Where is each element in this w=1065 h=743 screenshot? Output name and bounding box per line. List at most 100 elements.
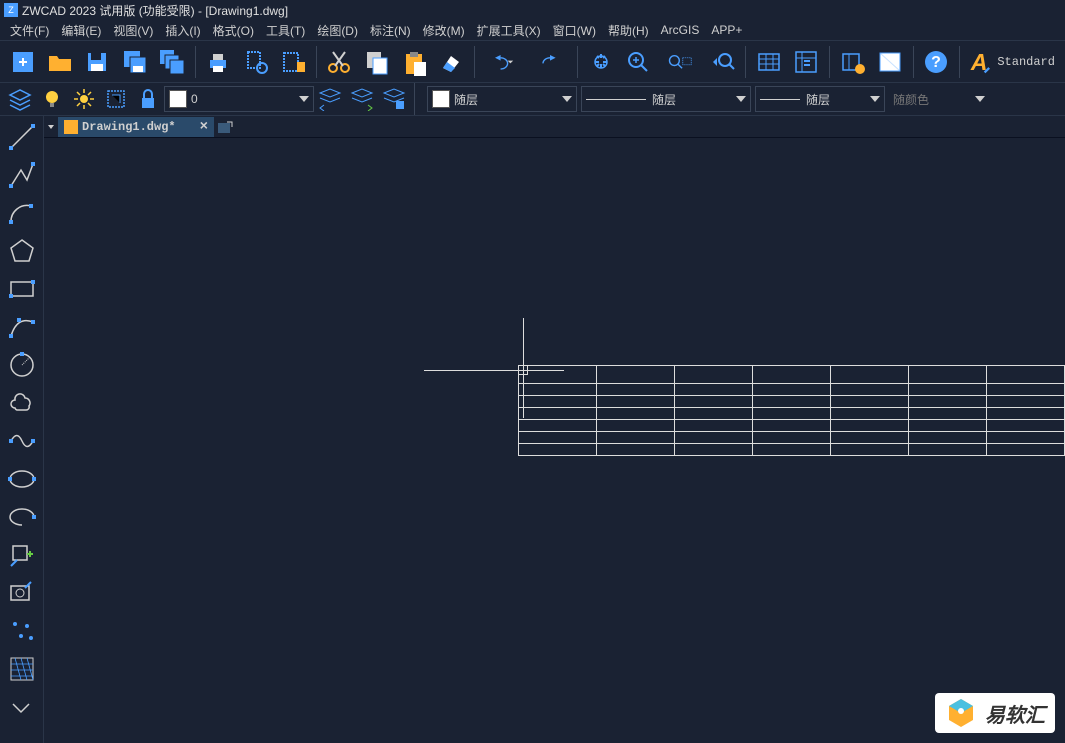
document-tab-label: Drawing1.dwg* [82, 120, 176, 134]
draw-toolbar [0, 116, 44, 743]
separator [577, 46, 578, 78]
redo-button[interactable] [527, 44, 572, 80]
layer-plot-icon[interactable] [101, 84, 131, 114]
layer-dropdown[interactable]: 0 [164, 86, 314, 112]
separator [316, 46, 317, 78]
workspace: Drawing1.dwg* × [0, 116, 1065, 743]
help-button[interactable]: ? [919, 44, 954, 80]
bylayer-color-label: 随层 [454, 91, 478, 108]
save-all-button[interactable] [154, 44, 189, 80]
separator [195, 46, 196, 78]
tool-palette-button[interactable] [872, 44, 907, 80]
layer-bulb-icon[interactable] [37, 84, 67, 114]
print-preview-button[interactable] [238, 44, 273, 80]
arc3p-tool[interactable] [2, 308, 42, 346]
spline-tool[interactable] [2, 422, 42, 460]
document-tabs: Drawing1.dwg* × [44, 116, 1065, 138]
app-icon: Z [4, 3, 18, 17]
lineweight-dropdown[interactable]: 随层 [755, 86, 885, 112]
undo-button[interactable] [480, 44, 525, 80]
copy-button[interactable] [359, 44, 394, 80]
menu-help[interactable]: 帮助(H) [602, 20, 655, 41]
main-toolbar: ? A Standard [0, 40, 1065, 82]
design-center-button[interactable] [835, 44, 870, 80]
document-tab[interactable]: Drawing1.dwg* × [58, 117, 214, 137]
drawing-canvas[interactable] [44, 138, 1065, 743]
dwg-file-icon [64, 120, 78, 134]
menu-extend-tools[interactable]: 扩展工具(X) [471, 20, 547, 41]
linetype-dropdown[interactable]: 随层 [581, 86, 751, 112]
tab-expand-icon[interactable] [44, 116, 58, 138]
separator [913, 46, 914, 78]
layer-change-button[interactable] [347, 84, 377, 114]
ellipse-arc-tool[interactable] [2, 498, 42, 536]
menu-insert[interactable]: 插入(I) [159, 20, 206, 41]
menu-dimension[interactable]: 标注(N) [364, 20, 417, 41]
plot-button[interactable] [275, 44, 310, 80]
line-tool[interactable] [2, 118, 42, 156]
plotstyle-label: 随颜色 [893, 91, 929, 108]
polygon-tool[interactable] [2, 232, 42, 270]
menu-modify[interactable]: 修改(M) [417, 20, 471, 41]
point-tool[interactable] [2, 612, 42, 650]
text-style-button[interactable]: A [964, 44, 991, 80]
drawn-table-entity[interactable] [518, 365, 1065, 456]
layer-freeze-icon[interactable] [69, 84, 99, 114]
polyline-tool[interactable] [2, 156, 42, 194]
menu-window[interactable]: 窗口(W) [547, 20, 602, 41]
menu-file[interactable]: 文件(F) [4, 20, 55, 41]
arc-tool[interactable] [2, 194, 42, 232]
chevron-down-icon [736, 96, 746, 102]
block-make-tool[interactable] [2, 574, 42, 612]
separator [829, 46, 830, 78]
cut-button[interactable] [322, 44, 357, 80]
separator [745, 46, 746, 78]
text-style-label[interactable]: Standard [991, 55, 1061, 69]
menu-edit[interactable]: 编辑(E) [55, 20, 107, 41]
chevron-down-icon [975, 96, 985, 102]
save-as-button[interactable] [117, 44, 152, 80]
chevron-down-icon [299, 96, 309, 102]
more-tools[interactable] [2, 688, 42, 726]
menu-view[interactable]: 视图(V) [107, 20, 159, 41]
block-insert-tool[interactable] [2, 536, 42, 574]
erase-button[interactable] [434, 44, 469, 80]
ellipse-tool[interactable] [2, 460, 42, 498]
bylayer-color-dropdown[interactable]: 随层 [427, 86, 577, 112]
layer-manager-button[interactable] [5, 84, 35, 114]
title-bar: Z ZWCAD 2023 试用版 (功能受限) - [Drawing1.dwg] [0, 0, 1065, 20]
print-button[interactable] [201, 44, 236, 80]
plotstyle-dropdown[interactable]: 随颜色 [889, 86, 989, 112]
menu-tools[interactable]: 工具(T) [260, 20, 311, 41]
chevron-down-icon [870, 96, 880, 102]
zoom-previous-button[interactable] [705, 44, 740, 80]
chevron-down-icon [562, 96, 572, 102]
pan-button[interactable] [583, 44, 618, 80]
table-button[interactable] [751, 44, 786, 80]
close-tab-icon[interactable]: × [200, 119, 208, 135]
save-button[interactable] [80, 44, 115, 80]
paste-button[interactable] [396, 44, 431, 80]
layer-prev-button[interactable] [315, 84, 345, 114]
hatch-tool[interactable] [2, 650, 42, 688]
new-tab-button[interactable] [214, 117, 236, 137]
new-file-button[interactable] [5, 44, 40, 80]
zoom-window-button[interactable] [658, 44, 703, 80]
layer-lock-icon[interactable] [133, 84, 163, 114]
menu-app-plus[interactable]: APP+ [705, 21, 748, 39]
open-folder-button[interactable] [42, 44, 77, 80]
properties-button[interactable] [789, 44, 824, 80]
lineweight-label: 随层 [806, 91, 830, 108]
linetype-label: 随层 [652, 91, 676, 108]
zoom-realtime-button[interactable] [620, 44, 655, 80]
separator [959, 46, 960, 78]
layer-color-swatch [169, 90, 187, 108]
menu-draw[interactable]: 绘图(D) [311, 20, 364, 41]
layer-states-button[interactable] [379, 84, 409, 114]
revision-cloud-tool[interactable] [2, 384, 42, 422]
line-sample [760, 99, 800, 100]
menu-arcgis[interactable]: ArcGIS [655, 21, 706, 39]
menu-format[interactable]: 格式(O) [207, 20, 260, 41]
circle-tool[interactable] [2, 346, 42, 384]
rectangle-tool[interactable] [2, 270, 42, 308]
